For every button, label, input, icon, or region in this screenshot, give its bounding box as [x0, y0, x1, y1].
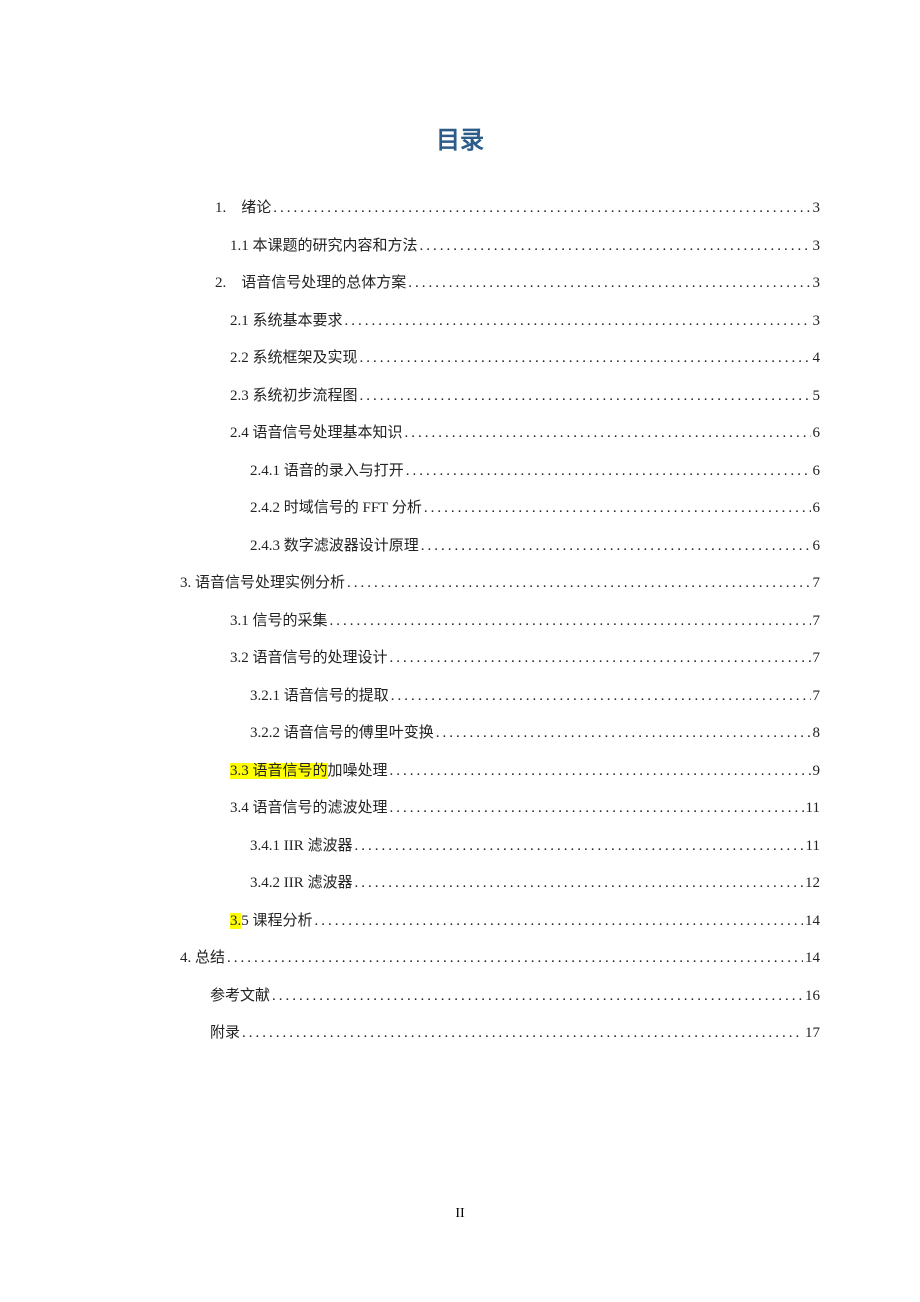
toc-entry: 附录 17 — [180, 1015, 820, 1053]
toc-entry-label: 2.3 系统初步流程图 — [230, 378, 358, 416]
toc-entry-label: 3.2.1 语音信号的提取 — [250, 678, 389, 716]
toc-entry-label: 3.4.2 IIR 滤波器 — [250, 865, 353, 903]
toc-entry: 1.1 本课题的研究内容和方法 3 — [180, 228, 820, 266]
toc-leader-dots — [424, 490, 811, 528]
toc-entry: 2.4.2 时域信号的 FFT 分析 6 — [180, 490, 820, 528]
page-number-footer: II — [0, 1206, 920, 1222]
toc-entry: 2. 语音信号处理的总体方案 3 — [180, 265, 820, 303]
toc-entry-label: 3.2 语音信号的处理设计 — [230, 640, 388, 678]
toc-entry: 3.4.2 IIR 滤波器 12 — [180, 865, 820, 903]
toc-entry-page: 6 — [813, 415, 821, 453]
toc-leader-dots — [420, 228, 811, 266]
toc-entry: 参考文献 16 — [180, 978, 820, 1016]
toc-entry: 2.1 系统基本要求 3 — [180, 303, 820, 341]
toc-entry-label: 参考文献 — [210, 978, 270, 1016]
toc-entry-label: 附录 — [210, 1015, 240, 1053]
toc-entry-label: 2.2 系统框架及实现 — [230, 340, 358, 378]
toc-entry-page: 6 — [813, 490, 821, 528]
toc-entry: 3.3 语音信号的加噪处理 9 — [180, 753, 820, 791]
toc-entry-label: 2.4.1 语音的录入与打开 — [250, 453, 404, 491]
toc-entry: 3. 语音信号处理实例分析 7 — [180, 565, 820, 603]
toc-entry-page: 7 — [813, 603, 821, 641]
toc-entry: 2.4.3 数字滤波器设计原理 6 — [180, 528, 820, 566]
toc-leader-dots — [355, 828, 804, 866]
toc-leader-dots — [227, 940, 803, 978]
toc-entry-page: 6 — [813, 528, 821, 566]
toc-entry-label: 3.4.1 IIR 滤波器 — [250, 828, 353, 866]
toc-entry-label: 1.1 本课题的研究内容和方法 — [230, 228, 418, 266]
toc-entry: 4. 总结 14 — [180, 940, 820, 978]
toc-entry-page: 17 — [805, 1015, 820, 1053]
toc-entry-page: 8 — [813, 715, 821, 753]
toc-entry-label: 3.3 语音信号的加噪处理 — [230, 753, 388, 791]
toc-entry: 3.2.2 语音信号的傅里叶变换 8 — [180, 715, 820, 753]
toc-leader-dots — [315, 903, 803, 941]
toc-entry-label: 3.1 信号的采集 — [230, 603, 328, 641]
toc-entry-page: 6 — [813, 453, 821, 491]
toc-leader-dots — [421, 528, 811, 566]
page-title: 目录 — [100, 120, 820, 155]
toc-leader-dots — [390, 753, 811, 791]
toc-entry-page: 11 — [806, 828, 820, 866]
toc-entry-page: 7 — [813, 678, 821, 716]
toc-entry: 2.4.1 语音的录入与打开 6 — [180, 453, 820, 491]
table-of-contents: 1. 绪论31.1 本课题的研究内容和方法32. 语音信号处理的总体方案32.1… — [180, 190, 820, 1053]
toc-entry-page: 5 — [813, 378, 821, 416]
toc-entry: 2.4 语音信号处理基本知识 6 — [180, 415, 820, 453]
toc-leader-dots — [360, 340, 811, 378]
toc-entry-label-tail: 加噪处理 — [328, 763, 388, 779]
toc-entry-page: 14 — [805, 940, 820, 978]
toc-entry-label-highlight: 3.3 语音信号的 — [230, 763, 328, 779]
toc-entry-page: 3 — [813, 265, 821, 303]
toc-entry-label: 3.5 课程分析 — [230, 903, 313, 941]
toc-leader-dots — [391, 678, 811, 716]
toc-entry: 3.4.1 IIR 滤波器 11 — [180, 828, 820, 866]
toc-entry-label: 1. 绪论 — [215, 190, 271, 228]
toc-entry-label: 3.2.2 语音信号的傅里叶变换 — [250, 715, 434, 753]
toc-leader-dots — [347, 565, 810, 603]
toc-entry-page: 3 — [813, 228, 821, 266]
toc-leader-dots — [436, 715, 811, 753]
toc-entry-label-tail: 5 课程分析 — [241, 913, 312, 929]
toc-entry-page: 11 — [806, 790, 820, 828]
toc-entry: 2.3 系统初步流程图 5 — [180, 378, 820, 416]
toc-entry: 3.1 信号的采集 7 — [180, 603, 820, 641]
toc-entry: 3.5 课程分析 14 — [180, 903, 820, 941]
toc-leader-dots — [406, 453, 811, 491]
toc-leader-dots — [405, 415, 811, 453]
toc-leader-dots — [345, 303, 811, 341]
toc-leader-dots — [390, 640, 811, 678]
toc-entry-page: 7 — [813, 565, 821, 603]
toc-entry-label: 3.4 语音信号的滤波处理 — [230, 790, 388, 828]
toc-leader-dots — [355, 865, 804, 903]
toc-leader-dots — [330, 603, 811, 641]
toc-leader-dots — [273, 190, 810, 228]
toc-entry-label: 2.4.3 数字滤波器设计原理 — [250, 528, 419, 566]
toc-entry: 1. 绪论 3 — [180, 190, 820, 228]
toc-leader-dots — [360, 378, 811, 416]
toc-entry: 3.2 语音信号的处理设计 7 — [180, 640, 820, 678]
toc-entry-page: 9 — [813, 753, 821, 791]
toc-entry-page: 16 — [805, 978, 820, 1016]
toc-entry-label: 4. 总结 — [180, 940, 225, 978]
toc-entry: 2.2 系统框架及实现 4 — [180, 340, 820, 378]
toc-entry-label: 2. 语音信号处理的总体方案 — [215, 265, 406, 303]
toc-entry-page: 14 — [805, 903, 820, 941]
toc-entry: 3.2.1 语音信号的提取 7 — [180, 678, 820, 716]
toc-entry-page: 3 — [813, 190, 821, 228]
toc-leader-dots — [242, 1015, 803, 1053]
toc-entry: 3.4 语音信号的滤波处理 11 — [180, 790, 820, 828]
toc-leader-dots — [390, 790, 804, 828]
toc-entry-label: 2.1 系统基本要求 — [230, 303, 343, 341]
toc-entry-label: 3. 语音信号处理实例分析 — [180, 565, 345, 603]
toc-entry-page: 3 — [813, 303, 821, 341]
toc-entry-label-highlight: 3. — [230, 913, 241, 929]
toc-leader-dots — [408, 265, 810, 303]
toc-entry-page: 4 — [813, 340, 821, 378]
toc-entry-page: 7 — [813, 640, 821, 678]
toc-entry-label: 2.4 语音信号处理基本知识 — [230, 415, 403, 453]
toc-leader-dots — [272, 978, 803, 1016]
toc-entry-page: 12 — [805, 865, 820, 903]
toc-entry-label: 2.4.2 时域信号的 FFT 分析 — [250, 490, 422, 528]
